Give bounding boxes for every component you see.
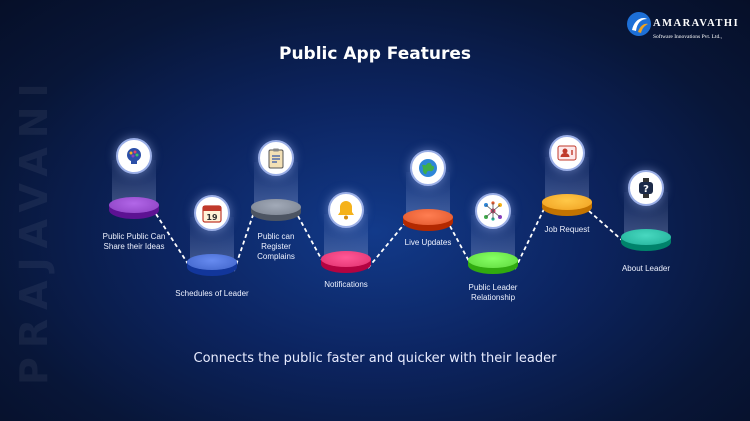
feature-label-line: Share their Ideas [103, 242, 165, 251]
feature-label: Notifications [291, 280, 401, 290]
feature-pedestal [251, 199, 301, 221]
feature-label-line: Register [261, 242, 291, 251]
bell-icon [328, 192, 364, 228]
ideas-head-icon [116, 138, 152, 174]
feature-label-line: Job Request [544, 225, 590, 234]
feature-label-line: About Leader [621, 264, 671, 273]
svg-text:?: ? [643, 184, 649, 195]
clipboard-icon [258, 140, 294, 176]
user-badge-icon [549, 135, 585, 171]
feature-label-line: Public can [257, 232, 295, 241]
feature-label-line: Relationship [470, 293, 516, 302]
feature-pedestal [109, 197, 159, 219]
globe-icon [410, 150, 446, 186]
feature-label-line: Notifications [324, 280, 368, 289]
calendar-icon: 19 [194, 195, 230, 231]
feature-pedestal [321, 251, 371, 273]
feature-label-line: Public Public Can [102, 232, 166, 241]
feature-label-line: Complains [257, 252, 295, 261]
page-tagline: Connects the public faster and quicker w… [193, 351, 557, 366]
connector-line [514, 206, 546, 270]
feature-label-line: Schedules of Leader [175, 289, 249, 298]
feature-label-line: Live Updates [404, 238, 452, 247]
feature-pedestal [403, 209, 453, 231]
feature-label: Live Updates [373, 238, 483, 248]
feature-label: Schedules of Leader [157, 289, 267, 299]
feature-pedestal [542, 194, 592, 216]
network-icon [475, 193, 511, 229]
svg-text:19: 19 [206, 213, 218, 222]
feature-label-line: Public Leader [468, 283, 518, 292]
feature-label: Public Public Can Share their Ideas [79, 232, 189, 252]
feature-pedestal [621, 229, 671, 251]
watch-question-icon: ? [628, 170, 664, 206]
feature-label: Job Request [512, 225, 622, 235]
feature-label: Public can Register Complains [221, 232, 331, 262]
feature-label: About Leader [591, 264, 701, 274]
feature-pedestal [468, 252, 518, 274]
feature-label: Public Leader Relationship [438, 283, 548, 303]
